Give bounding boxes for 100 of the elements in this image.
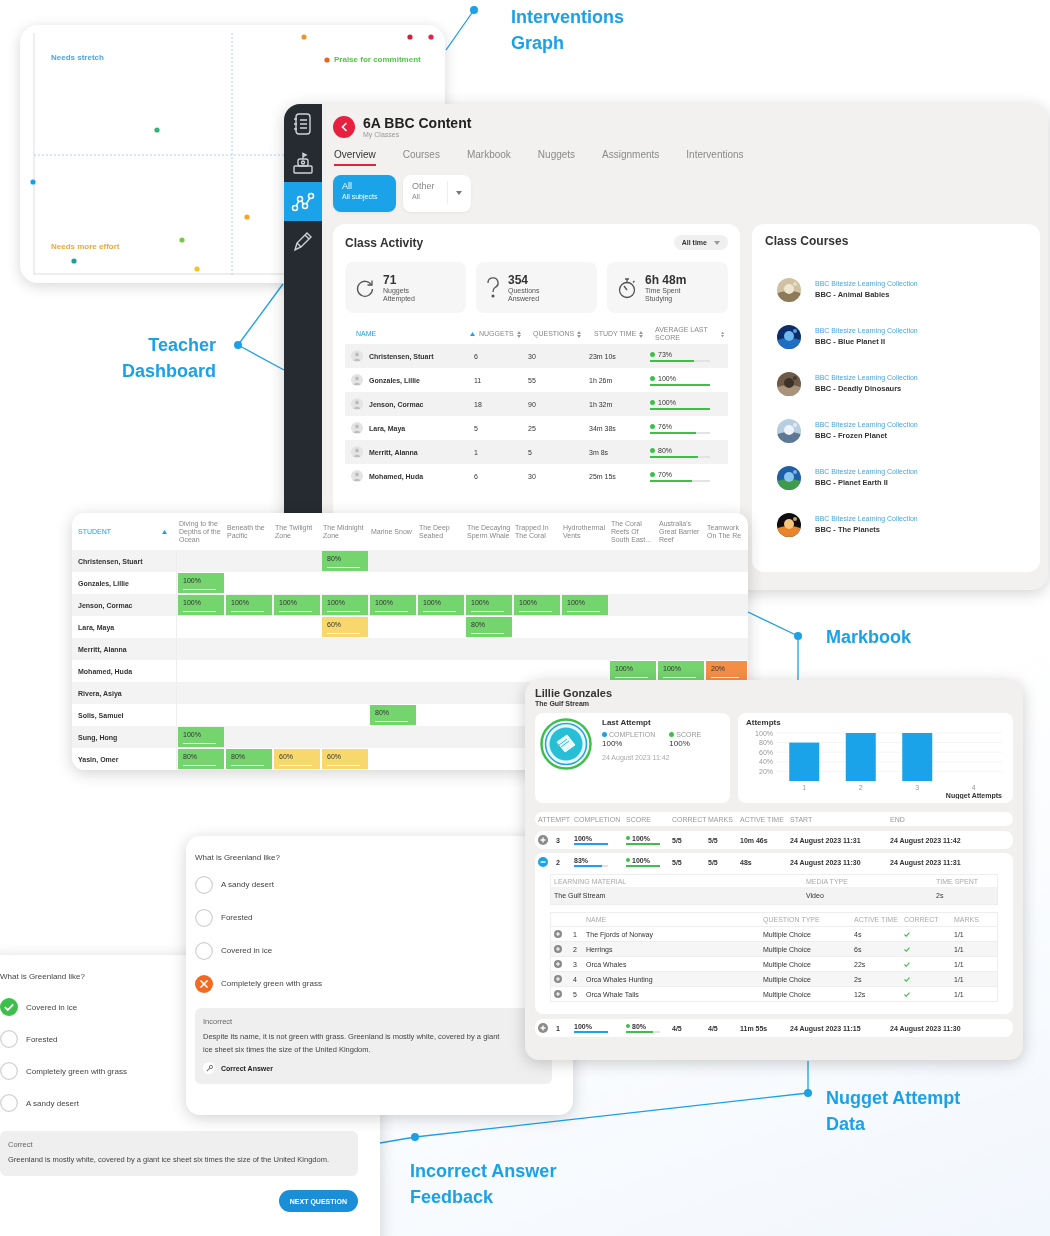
connector-dot bbox=[804, 1089, 812, 1097]
avatar-icon bbox=[351, 374, 363, 386]
page-title: 6A BBC Content bbox=[363, 115, 472, 131]
callout-label: Incorrect Answer Feedback bbox=[410, 1160, 558, 1209]
collapse-icon[interactable] bbox=[538, 857, 548, 867]
chart-title: Attempts bbox=[746, 718, 782, 727]
tab[interactable]: Assignments bbox=[602, 149, 660, 166]
data-point bbox=[154, 127, 160, 133]
option-label: Covered in ice bbox=[26, 1002, 78, 1012]
option-label: A sandy desert bbox=[221, 880, 274, 889]
sort-icon bbox=[577, 330, 582, 338]
score-dot-icon bbox=[650, 447, 655, 453]
help-icon bbox=[486, 276, 500, 299]
card-title: Last Attempt bbox=[602, 718, 652, 727]
score-dot-icon bbox=[650, 399, 655, 405]
avatar-icon bbox=[351, 422, 363, 434]
connector-dot bbox=[234, 341, 242, 349]
chart-bar bbox=[845, 733, 876, 781]
back-button[interactable] bbox=[333, 115, 355, 138]
option-label: Forested bbox=[26, 1034, 58, 1044]
score-dot-icon bbox=[650, 471, 655, 477]
tab[interactable]: Courses bbox=[402, 149, 440, 166]
option-label: Completely green with grass bbox=[221, 979, 322, 988]
stat-value: 71 bbox=[383, 272, 398, 287]
caret-icon bbox=[455, 190, 462, 195]
avatar-icon bbox=[351, 398, 363, 410]
stat-value: 6h 48m bbox=[645, 272, 688, 287]
chart-bar bbox=[789, 742, 820, 781]
tab[interactable]: Markbook bbox=[466, 149, 511, 166]
data-point bbox=[71, 258, 77, 264]
data-point bbox=[194, 266, 200, 272]
question-text: What is Greenland like? bbox=[0, 972, 86, 981]
score-dot-icon bbox=[626, 858, 630, 863]
quadrant-label: Needs more effort bbox=[51, 242, 120, 251]
score-dot-icon bbox=[650, 375, 655, 381]
data-point bbox=[244, 214, 250, 220]
score-dot-icon bbox=[650, 423, 655, 429]
radio-button[interactable] bbox=[0, 1030, 18, 1048]
metric-value: 100% bbox=[602, 739, 624, 748]
stopwatch-icon bbox=[617, 276, 637, 299]
robot-icon bbox=[292, 151, 314, 174]
score-dot-icon bbox=[650, 351, 655, 357]
radio-button[interactable] bbox=[195, 908, 213, 927]
radio-button[interactable] bbox=[195, 941, 213, 960]
connector-dot bbox=[794, 632, 802, 640]
callout-label: Markbook bbox=[826, 626, 913, 649]
radio-button[interactable] bbox=[195, 875, 213, 894]
option-label: A sandy desert bbox=[26, 1098, 79, 1108]
expand-icon[interactable] bbox=[554, 990, 562, 998]
data-point bbox=[179, 237, 185, 243]
card-title: Class Activity bbox=[345, 235, 424, 250]
avatar-icon bbox=[351, 470, 363, 482]
quadrant-label: Praise for commitment bbox=[334, 55, 421, 64]
stat-value: 354 bbox=[508, 272, 530, 287]
option-label: Forested bbox=[221, 913, 253, 922]
radio-button[interactable] bbox=[0, 1062, 18, 1080]
score-dot-icon bbox=[626, 1024, 630, 1029]
callout-label: Nugget Attempt Data bbox=[826, 1087, 962, 1136]
sort-ascending-icon bbox=[162, 529, 167, 534]
sort-icon bbox=[639, 330, 644, 338]
metric-value: 100% bbox=[669, 739, 691, 748]
chevron-left-icon bbox=[340, 121, 348, 132]
student-name: Lillie Gonzales bbox=[535, 687, 614, 699]
option-label: Covered in ice bbox=[221, 946, 273, 955]
badge-icon bbox=[540, 718, 592, 770]
connector-dot bbox=[411, 1133, 419, 1141]
expand-icon[interactable] bbox=[554, 930, 562, 938]
callout-label: Teacher Dashboard bbox=[120, 334, 216, 383]
sort-icon bbox=[720, 330, 724, 338]
tab[interactable]: Overview bbox=[334, 149, 376, 166]
chart-bar bbox=[902, 733, 933, 781]
key-icon bbox=[205, 1064, 213, 1072]
tab[interactable]: Interventions bbox=[686, 149, 744, 166]
sort-ascending-icon bbox=[470, 332, 475, 336]
notebook-icon bbox=[293, 112, 313, 135]
connector-dot bbox=[470, 6, 478, 14]
data-point bbox=[301, 34, 307, 40]
question-text: What is Greenland like? bbox=[195, 853, 281, 862]
expand-icon[interactable] bbox=[538, 1023, 548, 1033]
data-point bbox=[30, 179, 36, 185]
option-label: Completely green with grass bbox=[26, 1066, 127, 1076]
radio-button[interactable] bbox=[195, 974, 213, 993]
avatar-icon bbox=[351, 446, 363, 458]
radio-button[interactable] bbox=[0, 998, 18, 1016]
callout-label: Interventions Graph bbox=[511, 6, 626, 55]
tab[interactable]: Nuggets bbox=[537, 149, 576, 166]
data-point bbox=[407, 34, 413, 40]
data-point bbox=[428, 34, 434, 40]
expand-icon[interactable] bbox=[554, 960, 562, 968]
line-graph-icon bbox=[291, 190, 315, 213]
data-point bbox=[324, 57, 330, 63]
sort-icon bbox=[516, 330, 521, 338]
card-title: Class Courses bbox=[765, 234, 850, 248]
expand-icon[interactable] bbox=[538, 835, 548, 845]
expand-icon[interactable] bbox=[554, 975, 562, 983]
score-dot-icon bbox=[626, 836, 630, 841]
caret-icon bbox=[714, 240, 720, 245]
expand-icon[interactable] bbox=[554, 945, 562, 953]
radio-button[interactable] bbox=[0, 1094, 18, 1112]
avatar-icon bbox=[351, 350, 363, 362]
